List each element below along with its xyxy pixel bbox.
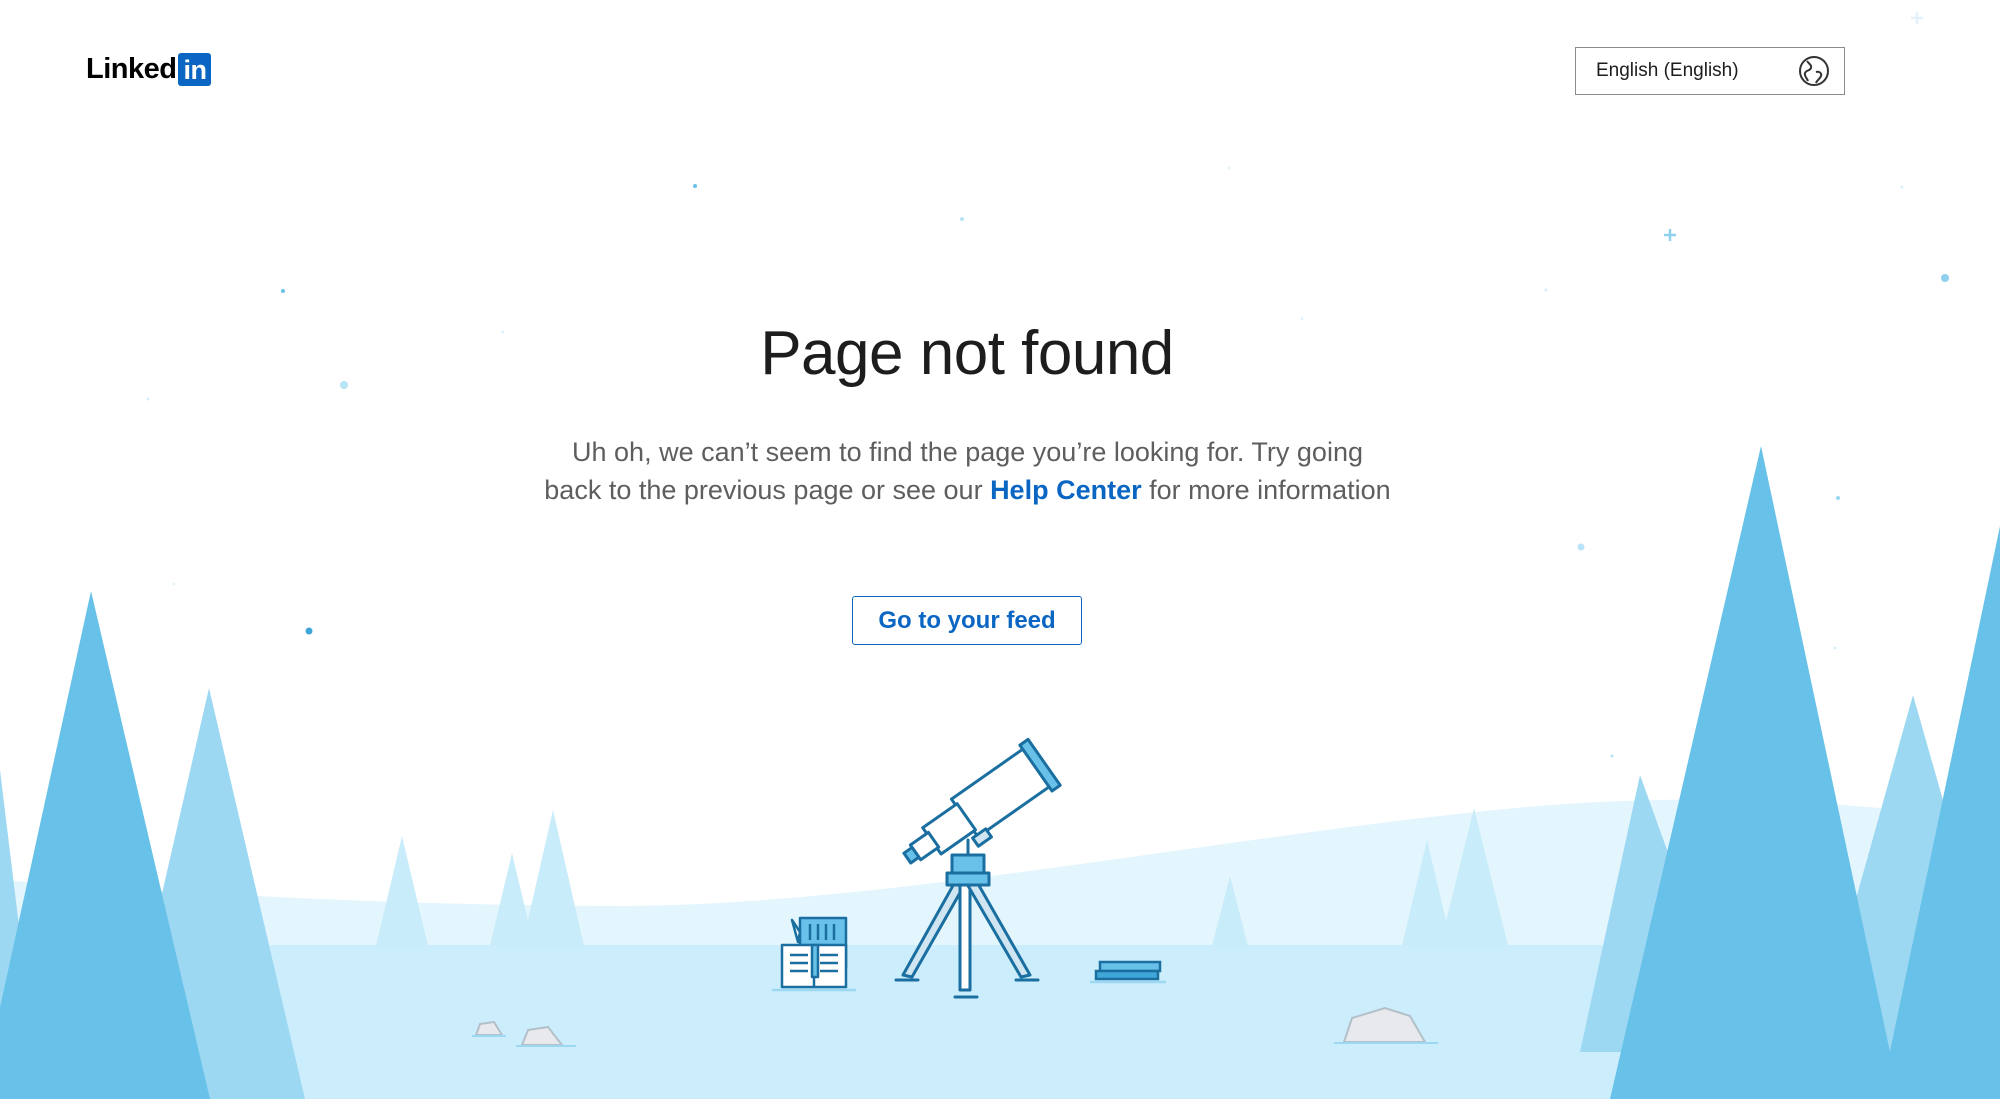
help-center-link[interactable]: Help Center	[990, 475, 1142, 505]
language-select-value: English (English)	[1596, 60, 1739, 81]
go-to-feed-button[interactable]: Go to your feed	[852, 596, 1082, 645]
page-root: Linked in English (English) Page not fou…	[0, 0, 2000, 1099]
language-select[interactable]: English (English)	[1575, 47, 1845, 95]
linkedin-logo[interactable]: Linked in	[86, 52, 212, 86]
left-trees	[0, 591, 305, 1099]
background-illustration	[0, 12, 2000, 1099]
error-message: Uh oh, we can’t seem to find the page yo…	[540, 434, 1395, 509]
closed-book	[1090, 960, 1166, 984]
page-title: Page not found	[760, 319, 1174, 388]
right-trees	[1580, 446, 2000, 1099]
globe-icon	[1799, 56, 1829, 86]
logo-wordmark: Linked	[86, 53, 177, 85]
message-text-end: for more information	[1141, 474, 1391, 505]
logo-in-box: in	[178, 52, 212, 86]
